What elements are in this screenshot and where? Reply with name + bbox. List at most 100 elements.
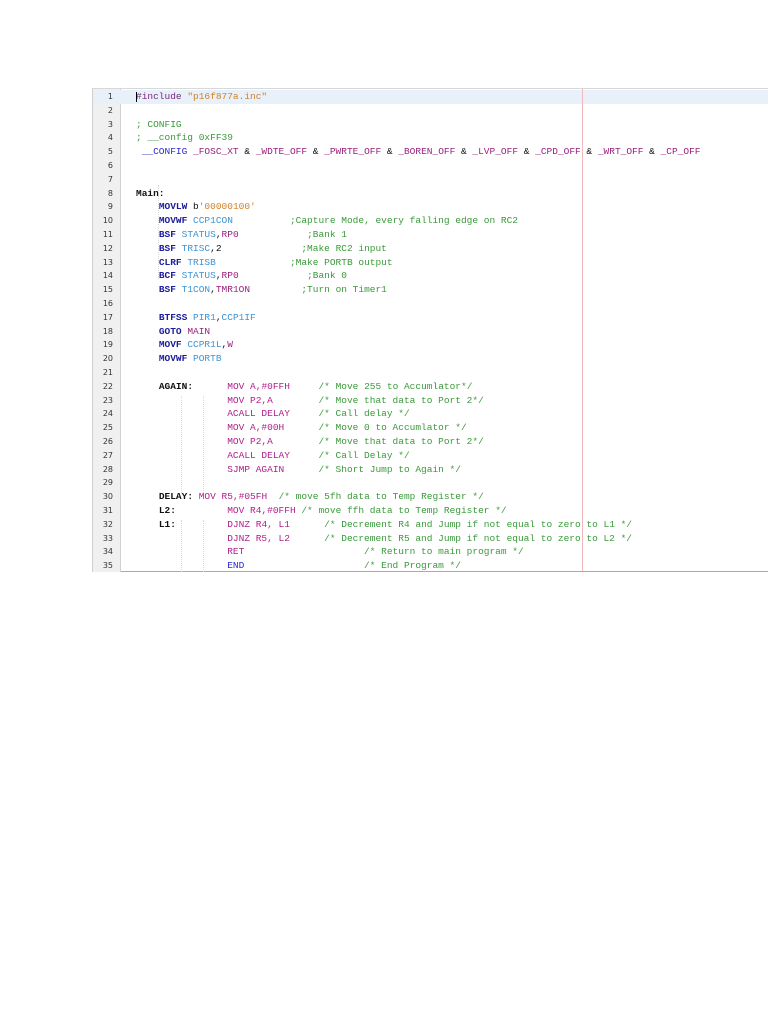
line-number: 14	[102, 271, 113, 281]
code-token-ins: DJNZ R4, L1	[227, 518, 325, 530]
code-line[interactable]: 19 MOVF CCPR1L,W	[93, 338, 768, 352]
code-line[interactable]: 33 DJNZ R5, L2 /* Decrement R5 and Jump …	[93, 532, 768, 546]
end-of-document-line	[121, 571, 768, 572]
code-line[interactable]: 32 L1: DJNZ R4, L1 /* Decrement R4 and J…	[93, 518, 768, 532]
line-number: 17	[102, 312, 113, 322]
code-text: GOTO MAIN	[136, 325, 210, 339]
code-token-kw: BTFSS	[158, 311, 188, 323]
line-number: 33	[102, 533, 113, 543]
code-token-cmt: ; __config 0xFF39	[136, 132, 233, 144]
code-token-cmt: ;Make RC2 input	[301, 242, 387, 254]
code-editor[interactable]: 1 #include "p16f877a.inc" 2 3; CONFIG 4; __c…	[92, 88, 768, 572]
code-line[interactable]: 1 #include "p16f877a.inc"	[93, 90, 768, 104]
code-line[interactable]: 3 ; CONFIG	[93, 118, 768, 132]
line-number: 31	[102, 506, 113, 515]
code-line[interactable]: 30 DELAY: MOV R5,#05FH /* move 5fh data …	[93, 490, 768, 504]
code-token-str: "p16f877a.inc"	[187, 91, 268, 102]
code-line[interactable]: 24 ACALL DELAY /* Call delay */	[93, 407, 768, 421]
code-token-kw: CLRF	[158, 256, 182, 268]
code-line[interactable]: 5 __CONFIG _FOSC_XT & _WDTE_OFF & _PWRTE…	[93, 145, 768, 159]
code-line[interactable]: 21	[93, 366, 768, 380]
code-token-cmt: /* Return to main program */	[364, 546, 524, 558]
code-line[interactable]: 17 BTFSS PIR1,CCP1IF	[93, 311, 768, 325]
code-text: __CONFIG _FOSC_XT & _WDTE_OFF & _PWRTE_O…	[136, 145, 701, 159]
code-token-cmt: /* Move that data to Port 2*/	[318, 436, 484, 447]
code-text: BTFSS PIR1,CCP1IF	[136, 311, 256, 325]
code-token-kw: BSF	[158, 242, 176, 254]
code-line[interactable]: 2	[93, 104, 768, 118]
code-line[interactable]: 16	[93, 297, 768, 311]
code-token-cmt: /* Decrement R4 and Jump if not equal to…	[324, 518, 633, 530]
code-token-kw: MOVF	[158, 339, 182, 351]
code-line[interactable]: 22 AGAIN: MOV A,#0FFH /* Move 255 to Acc…	[93, 380, 768, 394]
line-number: 25	[102, 423, 113, 433]
indent-guide	[203, 396, 204, 493]
code-line[interactable]: 15 BSF T1CON,TMR1ON ;Turn on Timer1	[93, 283, 768, 297]
indent-guide	[181, 396, 182, 493]
code-token-cmt: ; CONFIG	[136, 118, 182, 130]
code-token-kw: MOVWF	[158, 353, 188, 365]
code-line[interactable]: 6	[93, 159, 768, 173]
code-token-cmt: ;Capture Mode, every falling edge on RC2	[289, 215, 518, 227]
code-token-sym: _WRT_OFF	[597, 146, 644, 158]
code-token-cmt: ;Bank 1	[307, 229, 347, 240]
line-number: 23	[102, 395, 113, 405]
line-number: 26	[102, 437, 113, 446]
code-line[interactable]: 11 BSF STATUS,RP0 ;Bank 1	[93, 228, 768, 242]
code-token-cmt: ;Bank 0	[307, 270, 347, 282]
code-token-ins: MOV R5,#05FH	[198, 491, 279, 503]
code-line[interactable]: 9 MOVLW b'00000100'	[93, 200, 768, 214]
line-number: 35	[102, 561, 113, 571]
code-token-sym: W	[227, 339, 233, 351]
code-token-plain: &	[643, 146, 661, 158]
code-token-cmt: /* Call delay */	[318, 408, 410, 420]
code-line[interactable]: 14 BCF STATUS,RP0 ;Bank 0	[93, 269, 768, 283]
indent-guide	[203, 520, 204, 572]
code-token-reg: PIR1	[193, 311, 216, 323]
code-line[interactable]: 8 Main:	[93, 187, 768, 201]
code-text: MOV A,#00H /* Move 0 to Accumlator */	[136, 421, 466, 435]
code-line[interactable]: 18 GOTO MAIN	[93, 325, 768, 339]
line-number: 32	[102, 519, 113, 529]
code-token-cmt: ;Turn on Timer1	[301, 284, 387, 296]
code-line[interactable]: 4 ; __config 0xFF39	[93, 131, 768, 145]
code-token-ins: MOV R4,#0FFH	[227, 505, 302, 516]
code-token-cmt: /* move 5fh data to Temp Register */	[278, 491, 484, 503]
code-text: L2: MOV R4,#0FFH /* move ffh data to Tem…	[136, 504, 507, 518]
code-line[interactable]: 34 RET /* Return to main program */	[93, 545, 768, 559]
code-token-plain: ,2	[210, 242, 302, 254]
code-line[interactable]: 31 L2: MOV R4,#0FFH /* move ffh data to …	[93, 504, 768, 518]
code-token-lbl: L1:	[158, 518, 176, 530]
code-line[interactable]: 7	[93, 173, 768, 187]
code-token-plain: &	[455, 146, 473, 158]
code-token-sym: _WDTE_OFF	[255, 146, 308, 158]
code-token-ins: ACALL DELAY	[227, 408, 319, 420]
code-line[interactable]: 12 BSF TRISC,2 ;Make RC2 input	[93, 242, 768, 256]
code-text: L1: DJNZ R4, L1 /* Decrement R4 and Jump…	[136, 518, 632, 532]
code-line[interactable]: 10 MOVWF CCP1CON ;Capture Mode, every fa…	[93, 214, 768, 228]
code-token-ins: MOV A,#00H	[227, 422, 319, 434]
code-line[interactable]: 13 CLRF TRISB ;Make PORTB output	[93, 256, 768, 270]
code-line[interactable]: 23 MOV P2,A /* Move that data to Port 2*…	[93, 394, 768, 408]
line-number: 2	[107, 105, 113, 115]
line-number: 15	[102, 285, 113, 295]
code-line[interactable]: 20 MOVWF PORTB	[93, 352, 768, 366]
line-number: 20	[102, 354, 113, 364]
code-line[interactable]: 25 MOV A,#00H /* Move 0 to Accumlator */	[93, 421, 768, 435]
code-line[interactable]: 27 ACALL DELAY /* Call Delay */	[93, 449, 768, 463]
code-token-dir: END	[227, 560, 365, 572]
code-line[interactable]: 29	[93, 476, 768, 490]
code-line[interactable]: 26 MOV P2,A /* Move that data to Port 2*…	[93, 435, 768, 449]
code-token-cmt: /* Short Jump to Again */	[318, 463, 461, 475]
code-token-cmt: /* move ffh data to Temp Register */	[301, 505, 507, 516]
code-line[interactable]: 28 SJMP AGAIN /* Short Jump to Again */	[93, 463, 768, 477]
line-number: 30	[102, 492, 113, 502]
